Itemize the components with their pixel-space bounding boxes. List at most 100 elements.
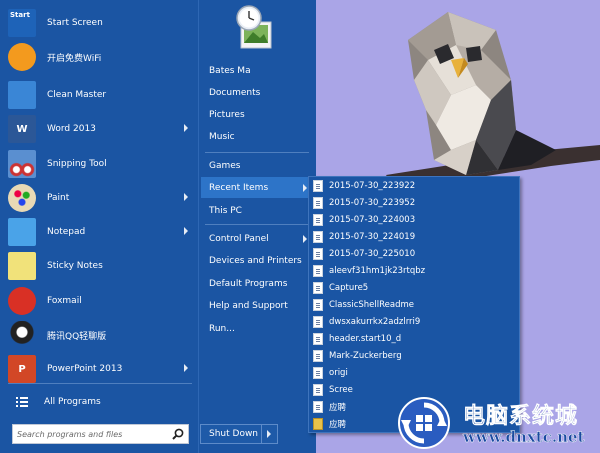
place-item-default-programs[interactable]: Default Programs — [201, 273, 311, 294]
document-icon — [313, 230, 323, 243]
shut-down-button[interactable]: Shut Down — [200, 424, 278, 444]
program-item-label: 腾讯QQ轻聊版 — [47, 331, 107, 342]
place-item-documents[interactable]: Documents — [201, 82, 311, 103]
program-item-word-2013[interactable]: W Word 2013 — [8, 112, 194, 146]
place-item-label: Help and Support — [209, 300, 288, 311]
recent-item[interactable]: 2015-07-30_224003 — [313, 211, 517, 228]
wifi-icon — [8, 43, 36, 71]
program-item-notepad[interactable]: Notepad — [8, 215, 194, 249]
document-icon — [313, 349, 323, 362]
recent-item-label: header.start10_d — [329, 333, 402, 344]
chevron-right-icon — [184, 364, 188, 372]
shut-down-separator — [261, 425, 262, 443]
recent-item[interactable]: header.start10_d — [313, 330, 517, 347]
program-item-start-screen[interactable]: Start Start Screen — [8, 6, 194, 40]
recent-item-label: origi — [329, 367, 348, 378]
qq-penguin-icon — [8, 321, 36, 349]
program-item-qq[interactable]: 腾讯QQ轻聊版 — [8, 318, 194, 352]
watermark-logo-icon — [398, 397, 450, 449]
program-item-label: Clean Master — [47, 90, 107, 100]
recent-item[interactable]: 2015-07-30_224019 — [313, 228, 517, 245]
recent-item-label: Mark-Zuckerberg — [329, 350, 402, 361]
program-item-clean-master[interactable]: Clean Master — [8, 78, 194, 112]
start-menu-places-panel: Bates Ma Documents Pictures Music Games Recen… — [198, 0, 316, 453]
place-item-label: Documents — [209, 87, 261, 98]
search-input[interactable] — [17, 427, 167, 441]
search-box[interactable] — [12, 424, 189, 444]
recent-item[interactable]: 2015-07-30_223952 — [313, 194, 517, 211]
document-icon — [313, 366, 323, 379]
place-item-label: Bates Ma — [209, 65, 251, 76]
program-item-label: PowerPoint 2013 — [47, 364, 123, 374]
place-item-games[interactable]: Games — [201, 155, 311, 176]
document-icon — [313, 400, 323, 413]
program-item-wifi[interactable]: 开启免费WiFi — [8, 40, 194, 74]
document-icon — [313, 298, 323, 311]
recent-item[interactable]: dwsxakurrkx2adzlrri9 — [313, 313, 517, 330]
program-item-label: Sticky Notes — [47, 261, 103, 271]
place-item-bates-ma[interactable]: Bates Ma — [201, 60, 311, 81]
start-menu-programs-panel: Start Start Screen 开启免费WiFi Clean Master W Wo… — [0, 0, 198, 453]
document-icon — [313, 264, 323, 277]
recent-item-label: dwsxakurrkx2adzlrri9 — [329, 316, 421, 327]
recent-item[interactable]: 2015-07-30_223922 — [313, 177, 517, 194]
place-item-recent-items[interactable]: Recent Items — [201, 177, 311, 198]
places-divider-2 — [205, 224, 309, 225]
chevron-right-icon — [184, 124, 188, 132]
document-icon — [313, 213, 323, 226]
place-item-label: This PC — [209, 205, 242, 216]
program-item-label: Word 2013 — [47, 124, 96, 134]
search-icon[interactable] — [172, 428, 184, 440]
recent-item-label: 2015-07-30_224003 — [329, 214, 416, 225]
program-item-label: Paint — [47, 193, 70, 203]
program-item-snipping-tool[interactable]: Snipping Tool — [8, 147, 194, 181]
recent-item-label: aleevf31hm1jk23rtqbz — [329, 265, 426, 276]
recent-item-label: 应聘 — [329, 402, 347, 413]
program-item-sticky-notes[interactable]: Sticky Notes — [8, 249, 194, 283]
document-icon — [313, 247, 323, 260]
place-item-run[interactable]: Run... — [201, 318, 311, 339]
program-item-paint[interactable]: Paint — [8, 181, 194, 215]
recent-item[interactable]: Mark-Zuckerberg — [313, 347, 517, 364]
place-item-label: Pictures — [209, 109, 245, 120]
watermark-url: www.dnxtc.net — [463, 428, 585, 446]
place-item-label: Devices and Printers — [209, 255, 302, 266]
shut-down-label: Shut Down — [209, 429, 259, 439]
recent-item-label: Scree — [329, 384, 353, 395]
place-item-music[interactable]: Music — [201, 126, 311, 147]
all-programs-label: All Programs — [44, 397, 101, 407]
recent-item[interactable]: aleevf31hm1jk23rtqbz — [313, 262, 517, 279]
program-item-foxmail[interactable]: Foxmail — [8, 284, 194, 318]
notepad-icon — [8, 218, 36, 246]
program-item-label: Start Screen — [47, 18, 103, 28]
recent-item[interactable]: Capture5 — [313, 279, 517, 296]
place-item-label: Games — [209, 160, 241, 171]
place-item-label: Run... — [209, 323, 235, 334]
chevron-right-icon — [184, 193, 188, 201]
place-item-pictures[interactable]: Pictures — [201, 104, 311, 125]
all-programs-button[interactable]: All Programs — [8, 391, 194, 413]
places-divider-1 — [205, 152, 309, 153]
recent-item[interactable]: 2015-07-30_225010 — [313, 245, 517, 262]
program-item-powerpoint-2013[interactable]: P PowerPoint 2013 — [8, 352, 194, 386]
chevron-right-icon — [303, 235, 307, 243]
all-programs-divider — [8, 383, 192, 384]
recent-item-label: 2015-07-30_225010 — [329, 248, 416, 259]
chevron-right-icon[interactable] — [267, 430, 271, 438]
recent-item[interactable]: ClassicShellReadme — [313, 296, 517, 313]
folder-icon — [313, 417, 323, 430]
place-item-control-panel[interactable]: Control Panel — [201, 228, 311, 249]
document-icon — [313, 281, 323, 294]
recent-item[interactable]: origi — [313, 364, 517, 381]
chevron-right-icon — [184, 227, 188, 235]
place-item-devices-and-printers[interactable]: Devices and Printers — [201, 250, 311, 271]
watermark-title: 电脑系统城 — [463, 404, 579, 430]
site-watermark: 电脑系统城 www.dnxtc.net — [397, 392, 600, 453]
program-item-label: Notepad — [47, 227, 86, 237]
document-icon — [313, 383, 323, 396]
program-item-label: Snipping Tool — [47, 159, 107, 169]
place-item-this-pc[interactable]: This PC — [201, 200, 311, 221]
recent-item-label: 2015-07-30_223952 — [329, 197, 416, 208]
place-item-help-and-support[interactable]: Help and Support — [201, 295, 311, 316]
place-item-label: Control Panel — [209, 233, 269, 244]
